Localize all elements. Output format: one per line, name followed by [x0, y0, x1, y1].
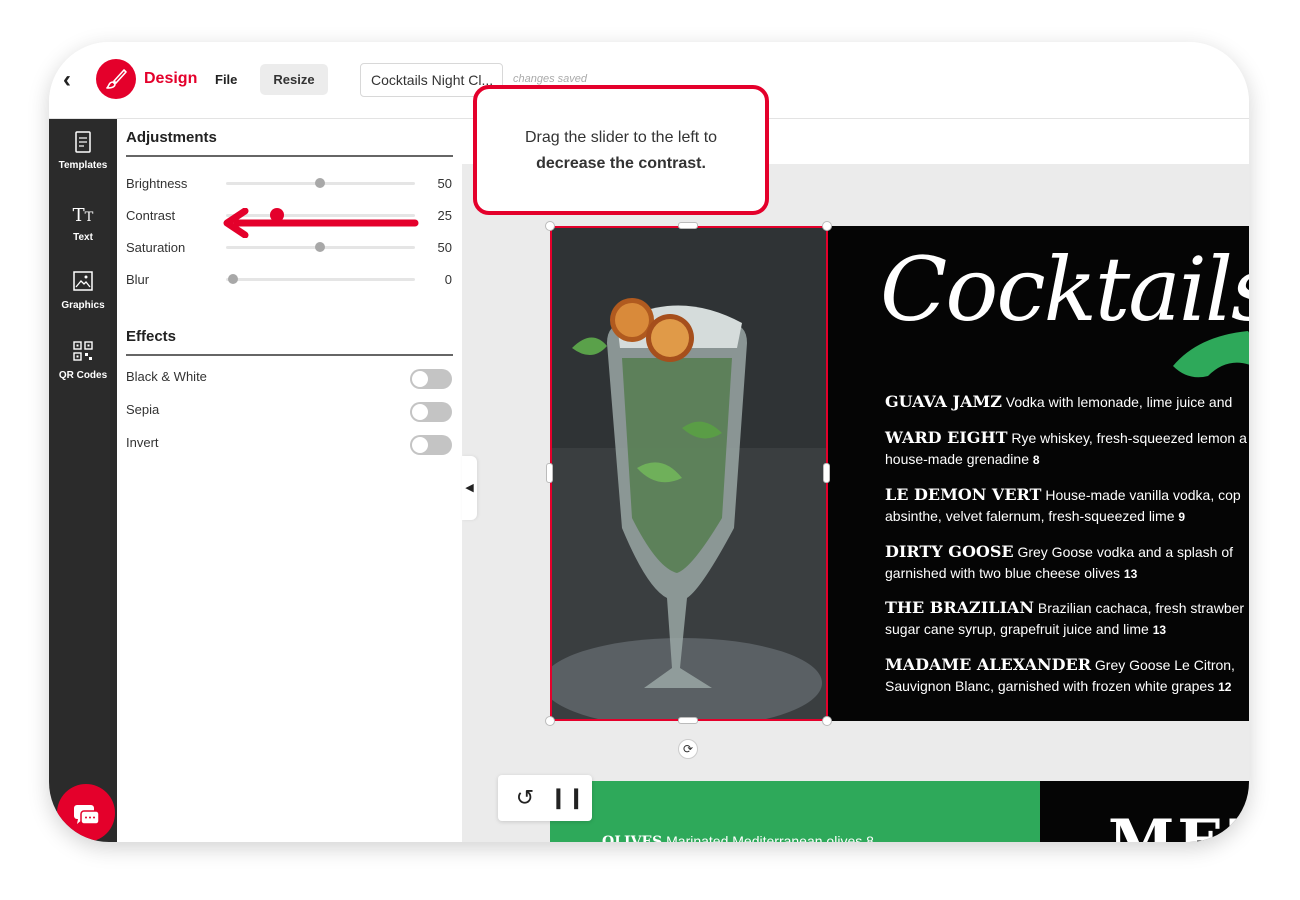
collapse-panel-button[interactable]: ◀	[462, 456, 477, 520]
effects-title: Effects	[126, 328, 177, 345]
contrast-value: 25	[437, 208, 452, 223]
resize-handle[interactable]	[678, 717, 698, 724]
animation-controls: ↺ ❙❙	[498, 775, 592, 821]
brightness-slider-knob[interactable]	[315, 178, 325, 188]
save-status: changes saved	[513, 73, 587, 85]
black-white-label: Black & White	[126, 369, 207, 384]
section-divider	[126, 354, 453, 356]
page2-heading: MEZ	[1108, 807, 1249, 842]
menu-page-2[interactable]: OLIVES Marinated Mediterranean olives 8	[550, 781, 1040, 842]
tooltip-line-2: decrease the contrast.	[536, 155, 706, 172]
replay-icon[interactable]: ↺	[511, 784, 539, 812]
saturation-value: 50	[437, 240, 452, 255]
rail-item-graphics[interactable]: Graphics	[49, 271, 117, 311]
arrow-left-icon	[223, 208, 419, 238]
app-window: ‹ Design File Resize Cocktails Night Cl.…	[49, 42, 1249, 842]
brightness-label: Brightness	[126, 176, 188, 191]
contrast-label: Contrast	[126, 208, 176, 223]
rail-item-templates[interactable]: Templates	[49, 131, 117, 171]
resize-button[interactable]: Resize	[260, 64, 328, 95]
rail-label: Text	[73, 232, 93, 243]
menu-item: LE DEMON VERT House-made vanilla vodka, …	[885, 485, 1241, 524]
instruction-tooltip: Drag the slider to the left to decrease …	[473, 85, 769, 215]
tool-rail: Templates TT Text Graphics QR Codes	[49, 119, 117, 842]
rail-item-text[interactable]: TT Text	[49, 203, 117, 243]
menu-title: Cocktails	[880, 238, 1249, 341]
file-menu[interactable]: File	[215, 72, 237, 87]
black-white-toggle[interactable]	[410, 369, 452, 389]
rail-label: QR Codes	[58, 370, 108, 381]
blur-slider-knob[interactable]	[228, 274, 238, 284]
blur-slider[interactable]	[226, 278, 415, 281]
brush-icon	[96, 59, 136, 99]
menu-item: MADAME ALEXANDER Grey Goose Le Citron, S…	[885, 655, 1235, 694]
menu-item: WARD EIGHT Rye whiskey, fresh-squeezed l…	[885, 428, 1247, 467]
invert-label: Invert	[126, 435, 159, 450]
menu-page-2-title[interactable]: MEZ	[1040, 781, 1249, 842]
menu-item: GUAVA JAMZ Vodka with lemonade, lime jui…	[885, 392, 1233, 411]
sepia-label: Sepia	[126, 402, 160, 417]
rail-label: Templates	[58, 160, 108, 171]
tooltip-line-1: Drag the slider to the left to	[524, 129, 718, 146]
blur-value: 0	[444, 272, 452, 287]
adjustments-title: Adjustments	[126, 129, 217, 146]
saturation-slider-knob[interactable]	[315, 242, 325, 252]
resize-handle[interactable]	[545, 221, 555, 231]
brightness-value: 50	[437, 176, 452, 191]
sepia-toggle[interactable]	[410, 402, 452, 422]
rail-item-qr-codes[interactable]: QR Codes	[49, 341, 117, 381]
brand-label: Design	[144, 70, 198, 87]
chevron-left-icon[interactable]: ‹	[63, 66, 83, 94]
resize-handle[interactable]	[823, 463, 830, 483]
menu-item: DIRTY GOOSE Grey Goose vodka and a splas…	[885, 542, 1234, 581]
resize-handle[interactable]	[546, 463, 553, 483]
menu-item: THE BRAZILIAN Brazilian cachaca, fresh s…	[885, 598, 1245, 637]
rotate-icon[interactable]: ⟳	[678, 739, 698, 759]
resize-handle[interactable]	[822, 221, 832, 231]
qr-code-icon	[49, 341, 117, 367]
section-divider	[126, 155, 453, 157]
menu-item: OLIVES Marinated Mediterranean olives 8	[602, 833, 874, 842]
chat-icon[interactable]	[57, 784, 115, 842]
cocktail-photo[interactable]	[550, 226, 828, 721]
blur-label: Blur	[126, 272, 150, 287]
pause-icon[interactable]: ❙❙	[550, 784, 585, 812]
resize-handle[interactable]	[678, 222, 698, 229]
menu-page[interactable]: Cocktails GUAVA JAMZ Vodka with lemonade…	[828, 226, 1249, 721]
resize-handle[interactable]	[545, 716, 555, 726]
resize-handle[interactable]	[822, 716, 832, 726]
templates-icon	[49, 131, 117, 157]
text-icon: TT	[72, 205, 94, 226]
invert-toggle[interactable]	[410, 435, 452, 455]
saturation-label: Saturation	[126, 240, 186, 255]
rail-label: Graphics	[61, 300, 105, 311]
image-icon	[49, 271, 117, 297]
